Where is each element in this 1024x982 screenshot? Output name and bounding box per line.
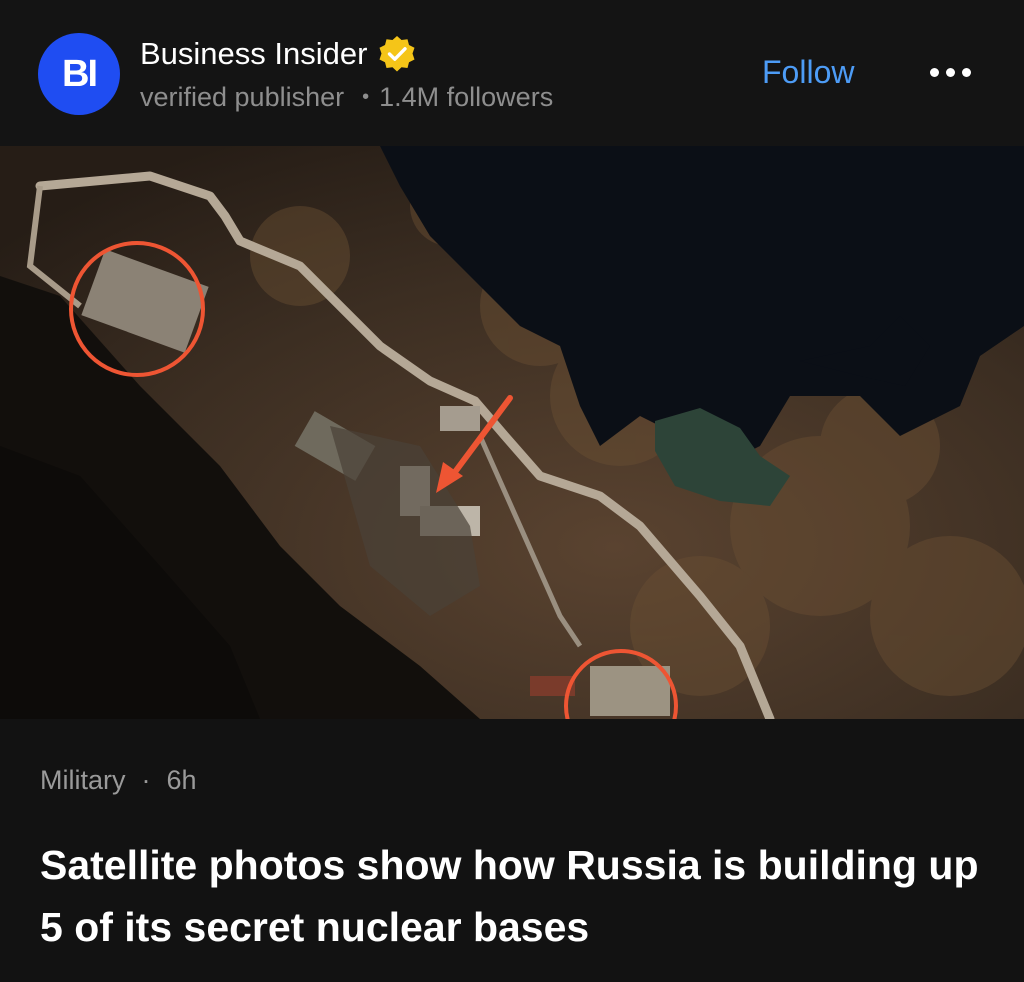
publisher-name-row[interactable]: Business Insider [140, 34, 417, 74]
more-dot [946, 67, 955, 77]
publisher-meta: verified publisher • 1.4M followers [140, 82, 553, 113]
article-age: 6h [166, 765, 197, 795]
avatar-initials: BI [62, 52, 98, 95]
publisher-avatar[interactable]: BI [38, 33, 120, 115]
article-satellite-image[interactable] [0, 146, 1024, 719]
meta-separator: • [362, 86, 370, 108]
verified-badge-icon [379, 36, 415, 72]
more-dots-icon[interactable] [930, 62, 978, 82]
category-separator: · [141, 765, 151, 795]
article-headline[interactable]: Satellite photos show how Russia is buil… [40, 834, 990, 958]
publisher-header: BI Business Insider verified publisher •… [0, 0, 1024, 146]
follow-button[interactable]: Follow [762, 54, 854, 91]
article-category[interactable]: Military [40, 765, 126, 796]
publisher-followers: 1.4M followers [379, 82, 554, 112]
article-category-row: Military · 6h [40, 765, 197, 796]
publisher-status: verified publisher [140, 82, 345, 112]
more-dot [930, 67, 939, 77]
publisher-name[interactable]: Business Insider [140, 36, 367, 72]
satellite-photo-graphic [0, 146, 1024, 719]
more-dot [962, 67, 971, 77]
